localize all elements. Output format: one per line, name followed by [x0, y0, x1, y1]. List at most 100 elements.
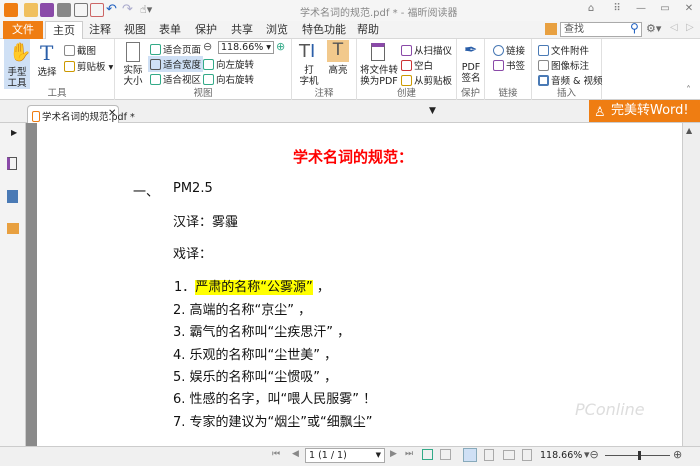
scroll-up-icon[interactable]: ▲: [686, 126, 692, 135]
open-icon[interactable]: [24, 3, 38, 17]
last-page-icon[interactable]: ⏭: [405, 449, 413, 459]
page-number-input[interactable]: 1 (1 / 1) ▼: [305, 448, 385, 463]
minimize-button[interactable]: —: [632, 3, 650, 17]
link-button[interactable]: 链接: [493, 43, 525, 57]
menu-comment[interactable]: 注释: [82, 21, 118, 39]
group-protect: ✒ PDF 签名 保护: [457, 39, 485, 100]
new-icon[interactable]: [90, 3, 104, 17]
rotate-left-label: 向左旋转: [216, 60, 255, 71]
clipboard-button[interactable]: 剪贴板 ▾: [64, 59, 113, 73]
item-tail: ，: [298, 303, 312, 318]
comments-panel-icon[interactable]: [7, 223, 19, 234]
section-number: 一、: [133, 185, 160, 200]
next-page-icon[interactable]: ▶: [390, 449, 397, 459]
zoom-out-icon[interactable]: ⊖: [203, 40, 212, 53]
typewriter-button[interactable]: 打 字机: [298, 65, 320, 87]
prev-icon[interactable]: ◁: [670, 22, 678, 33]
collapse-ribbon-icon[interactable]: ˄: [686, 85, 691, 96]
undo-icon[interactable]: ↶: [106, 2, 117, 17]
expand-panel-icon[interactable]: ▶: [11, 128, 17, 137]
redo-icon[interactable]: ↷: [122, 2, 133, 17]
group-label-protect: 保护: [460, 88, 480, 99]
prev-view-icon[interactable]: [422, 449, 433, 460]
image-annotation-button[interactable]: 图像标注: [538, 58, 589, 72]
menu-share[interactable]: 共享: [224, 21, 260, 39]
item-text: 娱乐的名称叫“尘惯吸”: [189, 370, 321, 385]
next-view-icon[interactable]: [440, 449, 451, 460]
menu-file[interactable]: 文件: [3, 21, 43, 39]
status-zoom[interactable]: 118.66%: [540, 450, 582, 461]
blank-button[interactable]: 空白: [401, 58, 433, 72]
convert-word-label: 完美转Word!: [611, 103, 689, 118]
document-tab[interactable]: 学术名词的规范.pdf *: [27, 105, 135, 123]
menu-view[interactable]: 视图: [117, 21, 153, 39]
bookmarks-panel-icon[interactable]: [7, 157, 17, 170]
screenshot-button[interactable]: 截图: [64, 43, 96, 57]
menu-browse[interactable]: 浏览: [259, 21, 295, 39]
menu-features[interactable]: 特色功能: [295, 21, 353, 39]
bookmark-button[interactable]: 书签: [493, 58, 525, 72]
layout-icon[interactable]: ⠿: [608, 3, 626, 17]
single-page-icon[interactable]: [463, 448, 477, 462]
hand-dropdown-icon[interactable]: ☝▾: [140, 3, 152, 16]
ribbon-toggle-icon[interactable]: ⌂: [582, 3, 600, 17]
select-icon: T: [40, 41, 54, 65]
select-button[interactable]: 选择: [36, 67, 58, 78]
typewriter-icon: TI: [299, 41, 316, 62]
fit-view-button[interactable]: 适合视区: [150, 72, 201, 86]
item-number: 2.: [173, 303, 186, 318]
group-label-view: 视图: [193, 88, 213, 99]
first-page-icon[interactable]: ⏮: [272, 449, 280, 459]
highlighted-text[interactable]: 严肃的名称“公雾源”: [195, 280, 313, 295]
item-text: 乐观的名称叫“尘世美”: [189, 348, 321, 363]
file-attachment-button[interactable]: 文件附件: [538, 43, 589, 57]
page-icon: [126, 42, 140, 62]
find-folder-icon[interactable]: [545, 23, 557, 35]
navigation-sidebar: ▶: [0, 123, 26, 446]
tab-list-dropdown-icon[interactable]: ▼: [429, 106, 436, 116]
rotate-right-button[interactable]: 向右旋转: [203, 72, 254, 86]
actual-size-button[interactable]: 实际 大小: [120, 65, 146, 87]
search-icon[interactable]: ⚲: [630, 21, 639, 35]
window-icon[interactable]: [74, 3, 88, 17]
page-gutter: [26, 123, 37, 446]
settings-icon[interactable]: ⚙▾: [646, 22, 661, 35]
menu-form[interactable]: 表单: [152, 21, 188, 39]
group-label-links: 链接: [498, 88, 518, 99]
maximize-button[interactable]: ▭: [656, 3, 674, 17]
item-tail: ，: [324, 348, 338, 363]
zoom-select[interactable]: 118.66% ▾: [218, 41, 274, 54]
cover-icon[interactable]: [522, 449, 532, 461]
zoom-in-status-icon[interactable]: ⊕: [673, 448, 682, 461]
menu-protect[interactable]: 保护: [188, 21, 224, 39]
watermark-logo: PConline: [575, 400, 645, 419]
translation-line: 汉译：雾霾: [173, 215, 239, 230]
convert-to-pdf-button[interactable]: 将文件转 换为PDF: [359, 65, 399, 87]
vertical-scrollbar[interactable]: ▲: [682, 123, 700, 446]
prev-page-icon[interactable]: ◀: [292, 449, 299, 459]
save-icon[interactable]: [40, 3, 54, 17]
continuous-icon[interactable]: [484, 449, 494, 461]
fit-page-button[interactable]: 适合页面: [150, 42, 201, 56]
zoom-slider-handle[interactable]: [638, 451, 641, 460]
tab-label: 学术名词的规范.pdf *: [42, 112, 135, 123]
zoom-out-status-icon[interactable]: ▾⊖: [584, 448, 599, 461]
facing-icon[interactable]: [503, 450, 515, 460]
close-tab-icon[interactable]: ✕: [108, 108, 116, 119]
next-icon[interactable]: ▷: [686, 22, 694, 33]
clipboard-icon: [64, 61, 75, 72]
blank-icon: [401, 60, 412, 71]
close-button[interactable]: ✕: [680, 3, 698, 17]
fit-width-button[interactable]: 适合宽度: [148, 56, 204, 72]
zoom-in-icon[interactable]: ⊕: [276, 40, 285, 53]
item-text: 专家的建议为“烟尘”或“细飘尘”: [189, 415, 373, 430]
menu-home[interactable]: 主页: [45, 21, 83, 40]
pages-panel-icon[interactable]: [7, 190, 18, 203]
convert-word-button[interactable]: ♙ 完美转Word!: [589, 100, 700, 122]
print-icon[interactable]: [57, 3, 71, 17]
pdf-sign-button[interactable]: PDF 签名: [457, 62, 485, 84]
rotate-left-button[interactable]: 向左旋转: [203, 57, 254, 71]
from-scanner-button[interactable]: 从扫描仪: [401, 43, 452, 57]
menu-help[interactable]: 帮助: [350, 21, 386, 39]
highlight-button[interactable]: 高亮: [326, 65, 350, 76]
